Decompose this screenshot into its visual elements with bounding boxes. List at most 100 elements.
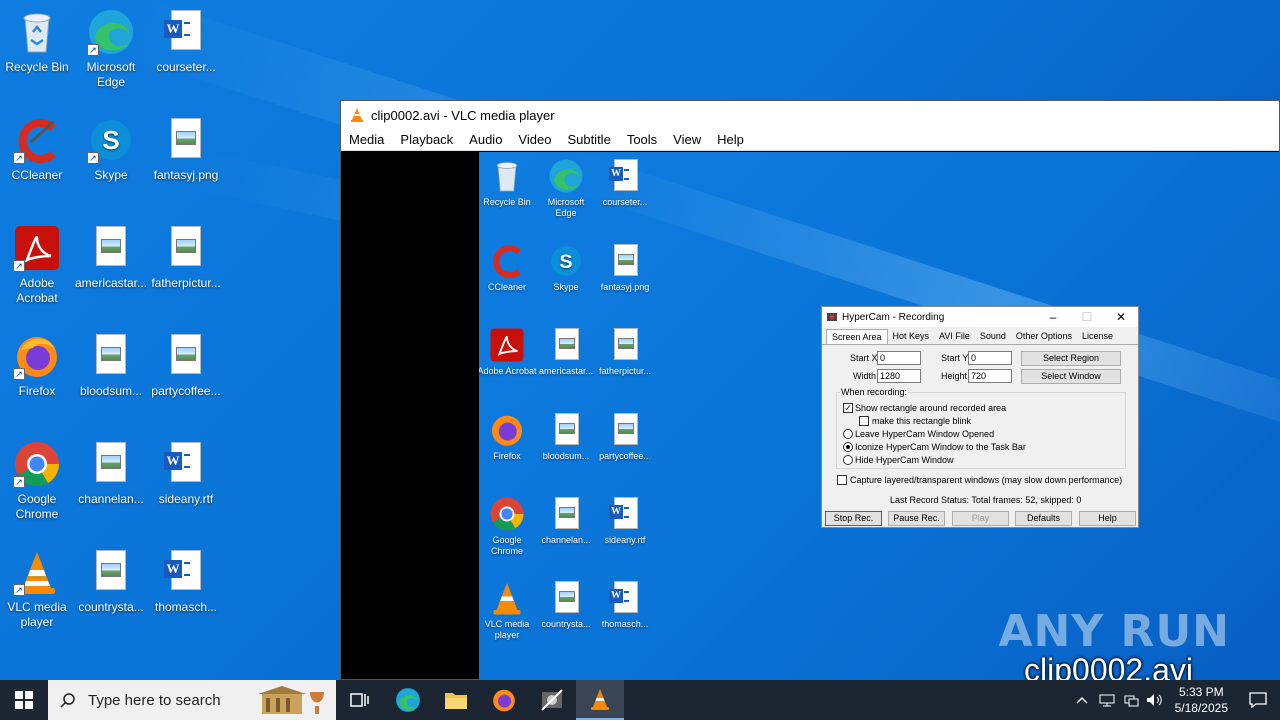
desktop-icon-thomasch[interactable]: W thomasch... bbox=[147, 548, 225, 615]
desktop-icon-label: channelan... bbox=[78, 492, 144, 506]
video-icon-label: fantasyj.png bbox=[600, 282, 650, 292]
chevron-up-icon bbox=[1076, 696, 1088, 704]
tab-license: License bbox=[1081, 331, 1113, 341]
video-icon-americastar: americastar... bbox=[536, 327, 596, 377]
menu-tools[interactable]: Tools bbox=[619, 132, 665, 147]
menu-video[interactable]: Video bbox=[510, 132, 559, 147]
desktop-icon-firefox[interactable]: ↗ Firefox bbox=[0, 332, 76, 399]
close-icon: ✕ bbox=[1115, 310, 1127, 324]
anyrun-watermark: ANY RUN bbox=[998, 606, 1230, 657]
desktop-icon-fantasyj[interactable]: fantasyj.png bbox=[147, 116, 225, 183]
image-file-icon bbox=[548, 412, 584, 448]
video-icon-ccleaner: CCleaner bbox=[479, 243, 537, 293]
desktop-icon-bloodsum[interactable]: bloodsum... bbox=[72, 332, 150, 399]
shortcut-arrow-icon: ↗ bbox=[87, 44, 99, 56]
video-icon-skype: S Skype bbox=[536, 243, 596, 293]
desktop-icon-label: CCleaner bbox=[11, 168, 63, 182]
vlc-window[interactable]: clip0002.avi - VLC media player Media Pl… bbox=[340, 100, 1280, 680]
vlc-window-title: clip0002.avi - VLC media player bbox=[371, 107, 555, 123]
menu-audio[interactable]: Audio bbox=[461, 132, 510, 147]
search-placeholder: Type here to search bbox=[88, 691, 221, 709]
desktop-icon-label: VLC media player bbox=[7, 600, 67, 629]
network-icon bbox=[1099, 694, 1115, 707]
desktop-icon-recycle-bin[interactable]: Recycle Bin bbox=[0, 8, 76, 75]
taskbar-vlc-button[interactable] bbox=[576, 680, 624, 720]
iconize-radio bbox=[843, 442, 853, 452]
desktop-icon-americastar[interactable]: americastar... bbox=[72, 224, 150, 291]
image-file-icon bbox=[548, 580, 584, 616]
windows-logo-icon bbox=[15, 691, 33, 709]
hypercam-icon bbox=[541, 689, 563, 711]
video-icon-courseter: W courseter... bbox=[595, 158, 655, 208]
ethernet-icon bbox=[1124, 695, 1139, 707]
blink-label: make this rectangle blink bbox=[872, 416, 972, 426]
search-highlight-illustration-icon bbox=[258, 686, 324, 714]
taskbar-hypercam-button[interactable] bbox=[528, 680, 576, 720]
video-icon-label: bloodsum... bbox=[542, 451, 590, 461]
play-button: Play bbox=[952, 511, 1009, 526]
desktop-icon-skype[interactable]: S ↗ Skype bbox=[72, 116, 150, 183]
desktop-icon-label: fatherpictur... bbox=[151, 276, 221, 290]
desktop-icon-vlc[interactable]: ↗ VLC media player bbox=[0, 548, 76, 630]
blink-checkbox bbox=[859, 416, 869, 426]
desktop-icon-courseter[interactable]: W courseter... bbox=[147, 8, 225, 75]
desktop-icon-ccleaner[interactable]: ↗ CCleaner bbox=[0, 116, 76, 183]
vlc-title-bar[interactable]: clip0002.avi - VLC media player bbox=[341, 101, 1279, 129]
taskbar: Type here to search 5:33 PM 5/18/2025 bbox=[0, 680, 1280, 720]
tray-network-button[interactable] bbox=[1095, 680, 1119, 720]
taskbar-clock[interactable]: 5:33 PM 5/18/2025 bbox=[1167, 684, 1236, 716]
action-center-button[interactable] bbox=[1236, 680, 1280, 720]
video-icon-label: thomasch... bbox=[601, 619, 649, 629]
hypercam-window: HyperCam - Recording – ☐ ✕ Screen Area H… bbox=[821, 306, 1139, 528]
menu-view[interactable]: View bbox=[665, 132, 709, 147]
menu-help[interactable]: Help bbox=[709, 132, 752, 147]
word-document-icon: W bbox=[607, 496, 643, 532]
tray-ethernet-button[interactable] bbox=[1119, 680, 1143, 720]
desktop-icon-countrysta[interactable]: countrysta... bbox=[72, 548, 150, 615]
desktop-icon-edge[interactable]: ↗ Microsoft Edge bbox=[72, 8, 150, 90]
chrome-icon bbox=[489, 496, 525, 532]
taskbar-firefox-button[interactable] bbox=[480, 680, 528, 720]
vlc-cone-icon bbox=[591, 689, 609, 710]
video-icon-chrome: Google Chrome bbox=[479, 496, 537, 557]
video-icon-label: Recycle Bin bbox=[483, 197, 531, 207]
start-x-field: 0 bbox=[877, 351, 921, 365]
menu-media[interactable]: Media bbox=[341, 132, 392, 147]
folder-icon bbox=[445, 693, 467, 709]
desktop-icon-label: bloodsum... bbox=[79, 384, 143, 398]
word-document-icon: W bbox=[607, 580, 643, 616]
record-status-text: Last Record Status: Total frames: 52, sk… bbox=[890, 495, 1082, 505]
taskbar-edge-button[interactable] bbox=[384, 680, 432, 720]
skype-icon: S ↗ bbox=[87, 116, 135, 164]
video-icon-label: Microsoft Edge bbox=[547, 197, 585, 218]
shortcut-arrow-icon: ↗ bbox=[13, 476, 25, 488]
desktop-icon-partycoffee[interactable]: partycoffee... bbox=[147, 332, 225, 399]
tab-hot-keys: Hot Keys bbox=[892, 331, 930, 341]
taskbar-search-box[interactable]: Type here to search bbox=[48, 680, 336, 720]
capture-layered-label: Capture layered/transparent windows (may… bbox=[850, 475, 1123, 485]
recycle-bin-icon bbox=[13, 8, 61, 56]
ccleaner-icon: ↗ bbox=[13, 116, 61, 164]
desktop-icon-chrome[interactable]: ↗ Google Chrome bbox=[0, 440, 76, 522]
video-icon-label: Skype bbox=[553, 282, 579, 292]
tray-volume-button[interactable] bbox=[1143, 680, 1167, 720]
firefox-icon bbox=[493, 689, 515, 712]
video-icon-acrobat: Adobe Acrobat bbox=[479, 327, 537, 377]
show-rectangle-checkbox: ✓ bbox=[843, 403, 853, 413]
task-view-button[interactable] bbox=[336, 680, 384, 720]
image-file-icon bbox=[162, 332, 210, 380]
height-label: Height bbox=[941, 371, 968, 381]
word-document-icon: W bbox=[162, 548, 210, 596]
desktop-icon-channelan[interactable]: channelan... bbox=[72, 440, 150, 507]
menu-subtitle[interactable]: Subtitle bbox=[559, 132, 618, 147]
start-button[interactable] bbox=[0, 680, 48, 720]
desktop-icon-fatherpictur[interactable]: fatherpictur... bbox=[147, 224, 225, 291]
tab-screen-area: Screen Area bbox=[826, 329, 888, 344]
menu-playback[interactable]: Playback bbox=[392, 132, 461, 147]
taskbar-explorer-button[interactable] bbox=[432, 680, 480, 720]
desktop-icon-sideany[interactable]: W sideany.rtf bbox=[147, 440, 225, 507]
desktop-icon-acrobat[interactable]: ↗ Adobe Acrobat bbox=[0, 224, 76, 306]
image-file-icon bbox=[87, 332, 135, 380]
image-file-icon bbox=[87, 548, 135, 596]
show-hidden-icons-button[interactable] bbox=[1069, 680, 1095, 720]
